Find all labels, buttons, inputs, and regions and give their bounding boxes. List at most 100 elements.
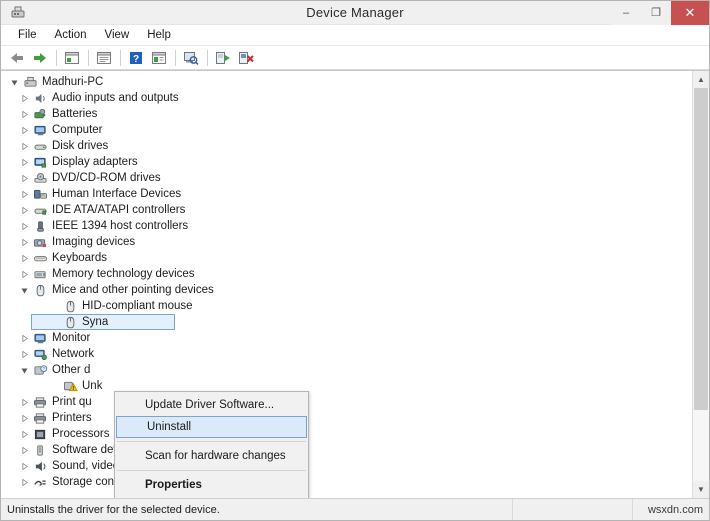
- tree-item-label: Human Interface Devices: [52, 188, 182, 200]
- tree-item[interactable]: Network: [1, 346, 692, 362]
- expand-arrow-closed-icon[interactable]: [17, 346, 31, 362]
- tree-item[interactable]: Batteries: [1, 106, 692, 122]
- close-button[interactable]: ✕: [671, 0, 709, 25]
- expand-arrow-open-icon[interactable]: [17, 362, 31, 378]
- tree-item-label: Other d: [52, 364, 91, 376]
- expand-arrow-closed-icon[interactable]: [17, 458, 31, 474]
- tree-item[interactable]: Printers: [1, 410, 692, 426]
- tree-item[interactable]: Computer: [1, 122, 692, 138]
- firewire-icon: [31, 218, 49, 234]
- expand-arrow-closed-icon[interactable]: [17, 202, 31, 218]
- window-title: Device Manager: [306, 5, 404, 20]
- scroll-down-arrow-icon[interactable]: ▼: [693, 481, 709, 498]
- view-devices-icon[interactable]: [148, 48, 170, 68]
- expand-arrow-closed-icon[interactable]: [17, 330, 31, 346]
- back-arrow-icon[interactable]: [6, 48, 28, 68]
- monitor-icon: [31, 330, 49, 346]
- expand-arrow-closed-icon[interactable]: [17, 170, 31, 186]
- scan-for-hardware-changes-icon[interactable]: [180, 48, 202, 68]
- tree-item[interactable]: ? Other d: [1, 362, 692, 378]
- properties-icon[interactable]: [93, 48, 115, 68]
- expand-arrow-open-icon[interactable]: [17, 282, 31, 298]
- scroll-up-arrow-icon[interactable]: ▲: [693, 71, 709, 88]
- expand-arrow-closed-icon[interactable]: [17, 122, 31, 138]
- menu-action[interactable]: Action: [46, 27, 96, 43]
- device-tree[interactable]: Madhuri-PC Audio inputs and outputs Batter…: [1, 71, 692, 498]
- memory-icon: [31, 266, 49, 282]
- expand-arrow-closed-icon[interactable]: [17, 138, 31, 154]
- tree-item[interactable]: Software devices: [1, 442, 692, 458]
- printer-icon: [31, 410, 49, 426]
- context-menu-item-properties[interactable]: Properties: [115, 474, 308, 496]
- expand-arrow-closed-icon[interactable]: [17, 218, 31, 234]
- toolbar-separator: [175, 49, 176, 66]
- status-middle-cell: [513, 499, 633, 520]
- expand-arrow-open-icon[interactable]: [7, 74, 21, 90]
- tree-item[interactable]: Print qu: [1, 394, 692, 410]
- menu-view[interactable]: View: [96, 27, 139, 43]
- camera-icon: [31, 234, 49, 250]
- tree-item[interactable]: Human Interface Devices: [1, 186, 692, 202]
- context-menu-separator: [117, 470, 306, 471]
- expand-arrow-closed-icon[interactable]: [17, 106, 31, 122]
- scrollbar-thumb[interactable]: [694, 88, 708, 411]
- tree-item[interactable]: Mice and other pointing devices: [1, 282, 692, 298]
- context-menu-item-scan-for-hardware-changes[interactable]: Scan for hardware changes: [115, 445, 308, 467]
- show-hide-console-tree-icon[interactable]: [61, 48, 83, 68]
- storage-controller-icon: [31, 474, 49, 490]
- processor-icon: [31, 426, 49, 442]
- tree-item[interactable]: HID-compliant mouse: [1, 298, 692, 314]
- tree-item[interactable]: Display adapters: [1, 154, 692, 170]
- tree-item[interactable]: Disk drives: [1, 138, 692, 154]
- tree-item-label: Imaging devices: [52, 236, 136, 248]
- tree-item-label: Disk drives: [52, 140, 109, 152]
- tree-item[interactable]: Madhuri-PC: [1, 74, 692, 90]
- toolbar-separator: [120, 49, 121, 66]
- tree-item[interactable]: Audio inputs and outputs: [1, 90, 692, 106]
- battery-icon: [31, 106, 49, 122]
- expand-arrow-closed-icon[interactable]: [17, 266, 31, 282]
- expand-arrow-closed-icon[interactable]: [17, 426, 31, 442]
- context-menu[interactable]: Update Driver Software... Uninstall Scan…: [114, 391, 309, 498]
- tree-item[interactable]: Unk: [1, 378, 692, 394]
- tree-item[interactable]: Storage controllers: [1, 474, 692, 490]
- tree-item[interactable]: Memory technology devices: [1, 266, 692, 282]
- expand-arrow-closed-icon[interactable]: [17, 442, 31, 458]
- device-tree-pane: Madhuri-PC Audio inputs and outputs Batter…: [1, 70, 709, 498]
- context-menu-item-update-driver-software[interactable]: Update Driver Software...: [115, 394, 308, 416]
- vertical-scrollbar[interactable]: ▲ ▼: [692, 71, 709, 498]
- tree-item[interactable]: DVD/CD-ROM drives: [1, 170, 692, 186]
- expand-arrow-closed-icon[interactable]: [17, 154, 31, 170]
- help-icon[interactable]: ?: [125, 48, 147, 68]
- tree-item-label: Printers: [52, 412, 92, 424]
- tree-item[interactable]: IEEE 1394 host controllers: [1, 218, 692, 234]
- tree-item-label: IDE ATA/ATAPI controllers: [52, 204, 186, 216]
- expand-arrow-closed-icon[interactable]: [17, 474, 31, 490]
- tree-item-label: Display adapters: [52, 156, 138, 168]
- scrollbar-track[interactable]: [693, 88, 709, 481]
- mouse-icon: [61, 314, 79, 330]
- expand-arrow-closed-icon[interactable]: [17, 234, 31, 250]
- tree-item[interactable]: Imaging devices: [1, 234, 692, 250]
- expand-arrow-closed-icon[interactable]: [17, 90, 31, 106]
- expand-arrow-closed-icon[interactable]: [17, 186, 31, 202]
- hid-icon: [31, 186, 49, 202]
- svg-text:?: ?: [133, 54, 139, 65]
- tree-item[interactable]: Keyboards: [1, 250, 692, 266]
- forward-arrow-icon[interactable]: [29, 48, 51, 68]
- tree-item[interactable]: Monitor: [1, 330, 692, 346]
- tree-item[interactable]: IDE ATA/ATAPI controllers: [1, 202, 692, 218]
- maximize-button[interactable]: ❐: [641, 0, 671, 25]
- expand-arrow-closed-icon[interactable]: [17, 250, 31, 266]
- context-menu-item-uninstall[interactable]: Uninstall: [116, 416, 307, 438]
- uninstall-device-icon[interactable]: [235, 48, 257, 68]
- tree-item[interactable]: Syna: [1, 314, 692, 330]
- menu-help[interactable]: Help: [138, 27, 180, 43]
- update-driver-icon[interactable]: [212, 48, 234, 68]
- minimize-button[interactable]: –: [611, 0, 641, 25]
- tree-item[interactable]: Sound, video and game controllers: [1, 458, 692, 474]
- expand-arrow-closed-icon[interactable]: [17, 394, 31, 410]
- menu-file[interactable]: File: [9, 27, 46, 43]
- expand-arrow-closed-icon[interactable]: [17, 410, 31, 426]
- tree-item[interactable]: Processors: [1, 426, 692, 442]
